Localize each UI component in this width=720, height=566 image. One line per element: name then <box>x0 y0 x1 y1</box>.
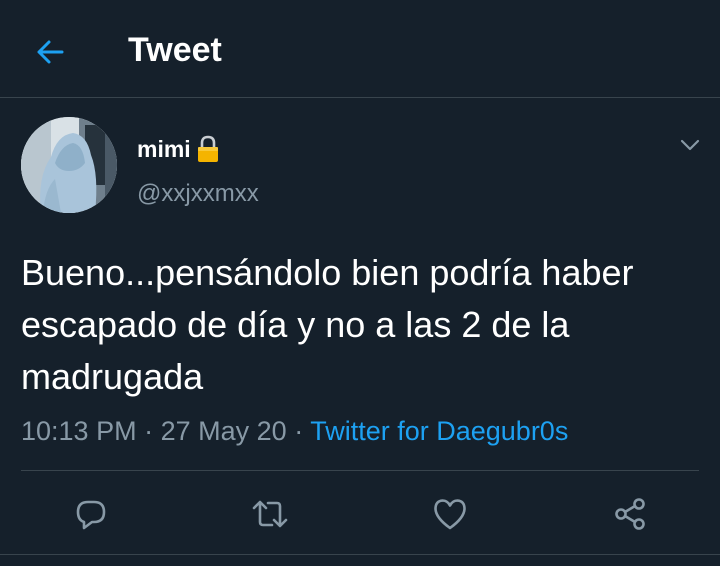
back-button[interactable] <box>28 30 72 74</box>
arrow-left-icon <box>37 40 64 64</box>
divider <box>21 470 699 471</box>
more-options-button[interactable] <box>672 130 708 160</box>
avatar-image <box>21 117 117 213</box>
author-handle[interactable]: @xxjxxmxx <box>137 179 259 209</box>
top-bar: Tweet <box>0 0 720 98</box>
tweet-source-link[interactable]: Twitter for Daegubr0s <box>310 416 568 446</box>
page-title: Tweet <box>128 31 222 69</box>
like-button[interactable] <box>424 488 476 540</box>
action-bar <box>0 488 720 540</box>
divider <box>0 554 720 555</box>
reply-button[interactable] <box>65 488 117 540</box>
tweet-meta: 10:13 PM · 27 May 20 · Twitter for Daegu… <box>21 413 568 449</box>
chevron-down-icon <box>680 139 700 151</box>
tweet-date: 27 May 20 <box>160 416 287 446</box>
author-display-name[interactable]: mimi <box>137 134 221 164</box>
tweet-time: 10:13 PM <box>21 416 137 446</box>
heart-icon <box>434 499 466 530</box>
author-name-text: mimi <box>137 136 191 162</box>
retweet-button[interactable] <box>244 488 296 540</box>
meta-separator: · <box>294 416 304 446</box>
avatar[interactable] <box>21 117 117 213</box>
retweet-icon <box>252 500 288 528</box>
tweet-text: Bueno...pensándolo bien podría haber esc… <box>21 252 634 397</box>
reply-icon <box>76 500 106 530</box>
share-icon <box>615 498 645 530</box>
meta-separator: · <box>144 416 154 446</box>
lock-icon <box>197 135 218 162</box>
share-button[interactable] <box>604 488 656 540</box>
